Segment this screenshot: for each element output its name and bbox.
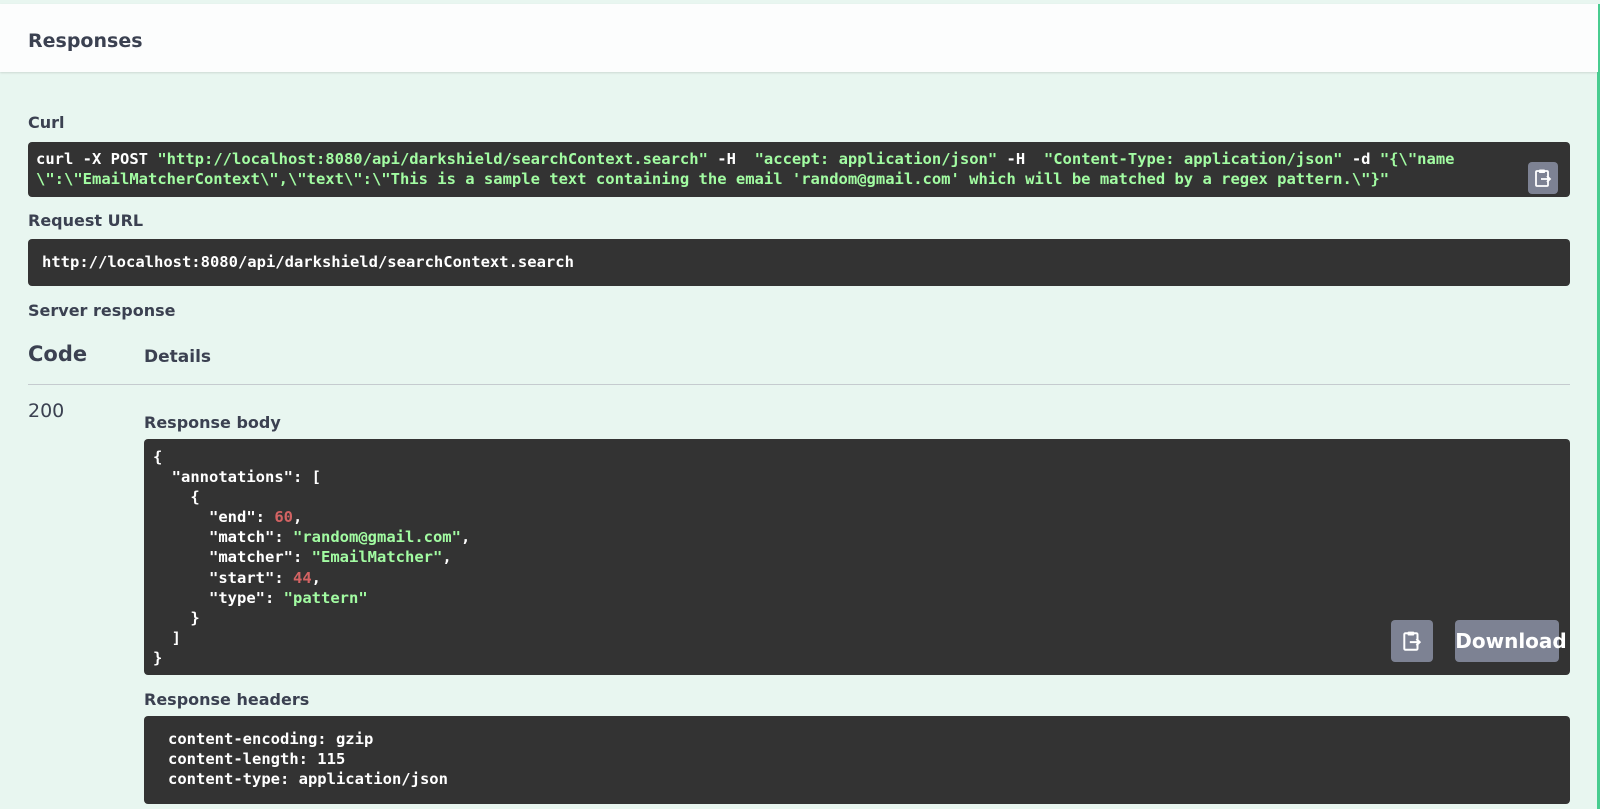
header-line: content-encoding: gzip: [168, 730, 374, 748]
json-brace: }: [190, 608, 200, 627]
curl-content-type: "Content-Type: application/json": [1043, 150, 1343, 168]
curl-accept: "accept: application/json": [754, 150, 998, 168]
json-string: "pattern": [283, 588, 368, 607]
copy-curl-button[interactable]: [1528, 162, 1558, 194]
json-key: "type": [209, 588, 265, 607]
json-number: 60: [274, 508, 294, 527]
request-url-label: Request URL: [28, 211, 144, 230]
json-key: "start": [209, 568, 275, 587]
server-response-label: Server response: [28, 301, 176, 320]
curl-cmd: curl -X POST: [36, 150, 158, 168]
json-key: "match": [209, 528, 275, 547]
curl-label: Curl: [28, 113, 65, 132]
header-line: content-type: application/json: [168, 770, 448, 788]
responses-title: Responses: [28, 30, 143, 52]
json-key: "end": [209, 508, 256, 527]
response-body[interactable]: { "annotations": [ { "end": 60, "match":…: [144, 439, 1570, 675]
json-bracket: [: [311, 468, 322, 487]
download-button[interactable]: Download: [1455, 620, 1567, 662]
json-key: "annotations": [171, 468, 293, 487]
curl-flag: -H: [997, 150, 1044, 168]
curl-flag: -d: [1342, 150, 1380, 168]
header-line: content-length: 115: [168, 750, 346, 768]
response-headers-label: Response headers: [144, 690, 310, 709]
response-body-label: Response body: [144, 413, 281, 432]
curl-url: "http://localhost:8080/api/darkshield/se…: [157, 150, 708, 168]
response-code: 200: [28, 400, 65, 422]
json-key: "matcher": [209, 548, 293, 567]
json-brace: }: [153, 648, 163, 667]
json-string: "EmailMatcher": [311, 548, 443, 567]
response-headers[interactable]: content-encoding: gzip content-length: 1…: [144, 716, 1570, 804]
table-divider: [28, 384, 1570, 385]
clipboard-icon: [1403, 631, 1422, 651]
json-brace: {: [153, 448, 163, 466]
json-bracket: ]: [171, 628, 182, 647]
copy-response-button[interactable]: [1391, 620, 1433, 662]
clipboard-icon: [1535, 169, 1552, 187]
request-url-value[interactable]: http://localhost:8080/api/darkshield/sea…: [28, 239, 1570, 286]
details-column-header: Details: [144, 347, 212, 367]
curl-data-rest: \":\"EmailMatcherContext\",\"text\":\"Th…: [36, 170, 1390, 188]
json-brace: {: [190, 488, 200, 507]
responses-header: Responses: [0, 4, 1600, 72]
code-column-header: Code: [28, 342, 88, 366]
curl-flag: -H: [707, 150, 755, 168]
json-string: "random@gmail.com": [293, 528, 461, 547]
curl-command[interactable]: curl -X POST "http://localhost:8080/api/…: [28, 142, 1570, 197]
curl-data-start: "{\"name: [1379, 150, 1455, 168]
json-number: 44: [293, 568, 312, 587]
